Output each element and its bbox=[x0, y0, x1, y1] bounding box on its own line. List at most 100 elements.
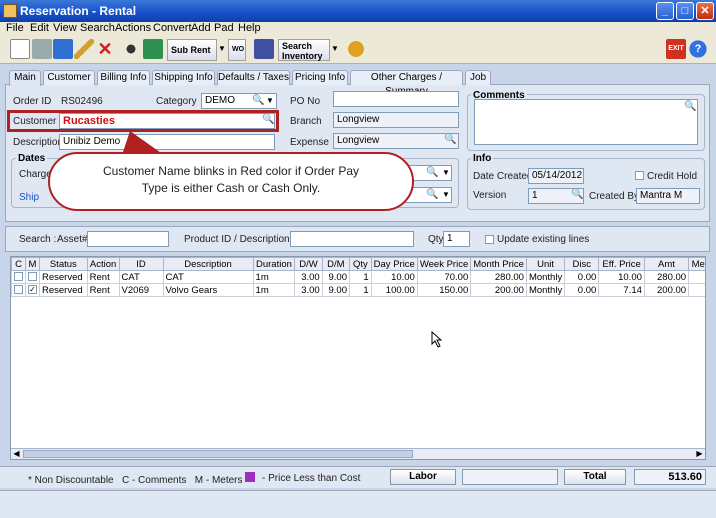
col-dm[interactable]: D/M bbox=[321, 257, 351, 271]
search-icon[interactable]: 🔍 bbox=[262, 114, 274, 125]
description-field[interactable]: Unibiz Demo bbox=[59, 134, 275, 150]
row-c-checkbox[interactable] bbox=[11, 283, 26, 297]
menu-add[interactable]: Add bbox=[191, 22, 211, 34]
grid-icon[interactable] bbox=[143, 39, 163, 59]
col-status[interactable]: Status bbox=[39, 257, 88, 271]
col-id[interactable]: ID bbox=[118, 257, 164, 271]
chevron-down-icon[interactable]: ▼ bbox=[440, 188, 452, 202]
col-eff-price[interactable]: Eff. Price bbox=[598, 257, 645, 271]
tab-pricing-info[interactable]: Pricing Info bbox=[292, 70, 348, 85]
row-unit: Monthly bbox=[525, 283, 566, 297]
horizontal-scrollbar[interactable]: ◀ ▶ bbox=[11, 448, 705, 459]
scroll-thumb[interactable] bbox=[23, 450, 413, 458]
tab-defaults-taxes[interactable]: Defaults / Taxes bbox=[217, 70, 290, 85]
total-button[interactable]: Total bbox=[564, 469, 626, 485]
search-inventory-button[interactable]: Search Inventory bbox=[278, 39, 330, 61]
expense-label: Expense bbox=[290, 137, 329, 148]
col-day-price[interactable]: Day Price bbox=[370, 257, 418, 271]
col-c[interactable]: C bbox=[11, 257, 26, 271]
search-icon[interactable]: 🔍 bbox=[444, 134, 456, 145]
search-icon[interactable]: 🔍 bbox=[684, 101, 696, 112]
credit-hold-checkbox[interactable] bbox=[635, 171, 644, 180]
table-row[interactable]: ✓ Reserved Rent V2069 Volvo Gears 1m 3.0… bbox=[11, 283, 705, 297]
col-qty[interactable]: Qty bbox=[349, 257, 372, 271]
search-icon[interactable]: 🔍 bbox=[426, 189, 438, 200]
asset-label: Asset# bbox=[57, 234, 88, 245]
menu-view[interactable]: View bbox=[53, 22, 77, 34]
col-dw[interactable]: D/W bbox=[294, 257, 323, 271]
menu-pad[interactable]: Pad bbox=[214, 22, 234, 34]
tab-main[interactable]: Main bbox=[9, 70, 41, 86]
menu-convert[interactable]: Convert bbox=[153, 22, 192, 34]
row-eff-price: 10.00 bbox=[598, 270, 645, 284]
col-disc[interactable]: Disc bbox=[564, 257, 600, 271]
edit-pencil-icon[interactable] bbox=[74, 39, 94, 59]
date-created-label: Date Created bbox=[473, 171, 533, 182]
asset-search-input[interactable] bbox=[87, 231, 169, 247]
search-icon[interactable]: 🔍 bbox=[252, 95, 264, 106]
row-dm: 9.00 bbox=[321, 283, 351, 297]
col-meter[interactable]: Meter Ar bbox=[688, 257, 705, 271]
tab-customer[interactable]: Customer bbox=[43, 70, 95, 85]
menu-actions[interactable]: Actions bbox=[115, 22, 151, 34]
row-duration: 1m bbox=[252, 283, 296, 297]
expense-field: Longview bbox=[333, 133, 459, 149]
ship-label[interactable]: Ship bbox=[19, 192, 39, 203]
scroll-left-icon[interactable]: ◀ bbox=[11, 449, 22, 459]
help-icon[interactable]: ? bbox=[688, 39, 708, 59]
scroll-right-icon[interactable]: ▶ bbox=[694, 449, 705, 459]
qty-input[interactable]: 1 bbox=[443, 231, 470, 247]
menu-edit[interactable]: Edit bbox=[30, 22, 49, 34]
tab-billing-info[interactable]: Billing Info bbox=[97, 70, 150, 85]
labor-button[interactable]: Labor bbox=[390, 469, 456, 485]
row-m-checkbox[interactable]: ✓ bbox=[25, 283, 40, 297]
print-icon[interactable] bbox=[32, 39, 52, 59]
search-icon[interactable]: 🔍 bbox=[571, 189, 583, 200]
row-disc: 0.00 bbox=[564, 270, 600, 284]
col-m[interactable]: M bbox=[25, 257, 40, 271]
col-action[interactable]: Action bbox=[86, 257, 120, 271]
report-icon[interactable] bbox=[254, 39, 274, 59]
menu-file[interactable]: File bbox=[6, 22, 24, 34]
tab-other-charges-summary[interactable]: Other Charges / Summary bbox=[350, 70, 463, 97]
tab-shipping-info[interactable]: Shipping Info bbox=[152, 70, 215, 85]
table-row[interactable]: Reserved Rent CAT CAT 1m 3.00 9.00 1 10.… bbox=[11, 270, 705, 284]
minimize-button[interactable]: _ bbox=[656, 2, 674, 20]
search-icon[interactable]: 🔍 bbox=[426, 167, 438, 178]
col-description[interactable]: Description bbox=[162, 257, 254, 271]
menu-search[interactable]: Search bbox=[80, 22, 115, 34]
tab-job[interactable]: Job bbox=[465, 70, 491, 85]
menu-help[interactable]: Help bbox=[238, 22, 261, 34]
po-no-field[interactable] bbox=[333, 91, 459, 107]
row-status: Reserved bbox=[39, 283, 88, 297]
binoculars-icon[interactable] bbox=[121, 39, 141, 59]
row-m-checkbox[interactable] bbox=[25, 270, 40, 284]
info-label: Info bbox=[471, 153, 494, 164]
close-button[interactable]: ✕ bbox=[696, 2, 714, 20]
delete-icon[interactable]: ✕ bbox=[95, 39, 115, 59]
sub-rent-button[interactable]: Sub Rent bbox=[167, 39, 217, 61]
save-icon[interactable] bbox=[53, 39, 73, 59]
row-day-price: 100.00 bbox=[370, 283, 418, 297]
comments-field[interactable] bbox=[474, 99, 698, 145]
col-unit[interactable]: Unit bbox=[525, 257, 566, 271]
col-month-price[interactable]: Month Price bbox=[470, 257, 527, 271]
update-lines-checkbox[interactable] bbox=[485, 235, 494, 244]
col-amt[interactable]: Amt bbox=[643, 257, 690, 271]
window-title: Reservation - Rental bbox=[20, 4, 137, 18]
chevron-down-icon[interactable]: ▼ bbox=[440, 166, 452, 180]
new-document-icon[interactable] bbox=[10, 39, 30, 59]
maximize-button[interactable]: □ bbox=[676, 2, 694, 20]
wo-button[interactable]: WO bbox=[228, 39, 246, 61]
exit-icon[interactable]: EXIT bbox=[666, 39, 686, 59]
callout-line-2: Type is either Cash or Cash Only. bbox=[141, 181, 321, 195]
row-c-checkbox[interactable] bbox=[11, 270, 26, 284]
col-duration[interactable]: Duration bbox=[252, 257, 296, 271]
labor-value-field bbox=[462, 469, 558, 485]
chevron-down-icon[interactable]: ▼ bbox=[264, 94, 276, 108]
coin-icon[interactable] bbox=[346, 39, 366, 59]
col-week-price[interactable]: Week Price bbox=[416, 257, 472, 271]
customer-field[interactable]: Rucasties bbox=[59, 113, 275, 129]
product-search-input[interactable] bbox=[290, 231, 414, 247]
row-qty: 1 bbox=[349, 283, 372, 297]
